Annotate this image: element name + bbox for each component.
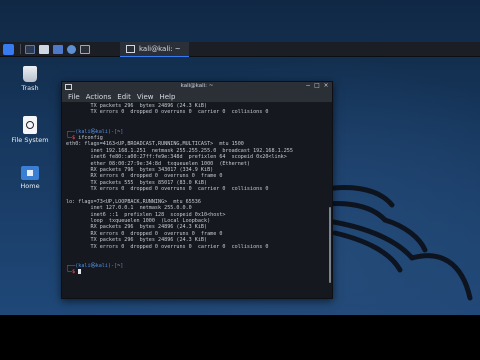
filesystem-icon — [23, 116, 37, 134]
desktop-icon-home[interactable]: Home — [10, 163, 50, 190]
maximize-button[interactable]: □ — [314, 83, 320, 89]
desktop-icon-label: File System — [11, 136, 49, 144]
command-text: ifconfig — [78, 134, 103, 141]
prompt-frame: ] — [120, 262, 124, 269]
prompt-frame: ┌──( — [66, 262, 79, 269]
command-line: └─$ — [66, 269, 324, 275]
window-title: kali@kali: ~ — [180, 83, 214, 89]
trash-icon — [23, 66, 37, 82]
output-line: inet6 fe80::a00:27ff:fe9e:348d prefixlen… — [66, 154, 287, 161]
file-manager-icon[interactable] — [39, 44, 49, 54]
terminal-icon — [65, 84, 72, 90]
letterbox-bar — [0, 315, 480, 360]
prompt-frame: ] — [120, 128, 124, 135]
menu-help[interactable]: Help — [159, 93, 175, 101]
terminal-menubar: File Actions Edit View Help — [62, 91, 332, 103]
prompt-user: kali — [78, 128, 91, 135]
terminal-window[interactable]: kali@kali: ~ − □ × File Actions Edit Vie… — [61, 81, 333, 299]
top-panel: kali@kali: ~ — [0, 41, 480, 57]
panel-separator — [20, 44, 21, 54]
minimize-button[interactable]: − — [305, 83, 311, 89]
close-button[interactable]: × — [323, 83, 329, 89]
terminal-titlebar[interactable]: kali@kali: ~ − □ × — [62, 82, 332, 91]
window-controls: − □ × — [302, 83, 329, 89]
home-folder-icon — [21, 166, 39, 180]
prompt-user: kali — [78, 262, 91, 269]
prompt-frame: )-[ — [107, 128, 118, 135]
taskbar-item-terminal[interactable]: kali@kali: ~ — [120, 41, 189, 57]
desktop-icon-filesystem[interactable]: File System — [10, 116, 50, 144]
workspace-switcher-icon[interactable] — [80, 44, 90, 54]
desktop: kali@kali: ~ Trash File System Home kali… — [0, 0, 480, 315]
menu-view[interactable]: View — [137, 93, 154, 101]
web-browser-icon[interactable] — [67, 44, 76, 54]
prompt-host: kali — [95, 262, 108, 269]
menu-actions[interactable]: Actions — [86, 93, 112, 101]
show-desktop-icon[interactable] — [25, 44, 35, 54]
kali-menu-icon[interactable] — [3, 43, 14, 55]
menu-edit[interactable]: Edit — [117, 93, 131, 101]
terminal-output[interactable]: TX packets 296 bytes 24896 (24.3 KiB) TX… — [62, 103, 332, 298]
prompt-frame: )-[ — [107, 262, 118, 269]
menu-file[interactable]: File — [68, 93, 80, 101]
terminal-launcher-icon[interactable] — [53, 44, 63, 54]
terminal-lines: TX packets 296 bytes 24896 (24.3 KiB) TX… — [66, 103, 324, 276]
prompt-frame: ┌──( — [66, 128, 79, 135]
terminal-icon — [126, 44, 135, 53]
text-cursor — [78, 269, 82, 275]
desktop-icon-label: Home — [20, 182, 40, 190]
terminal-scrollbar[interactable] — [329, 207, 331, 283]
taskbar-item-label: kali@kali: ~ — [139, 44, 181, 53]
prompt-host: kali — [95, 128, 108, 135]
desktop-icon-trash[interactable]: Trash — [10, 66, 50, 92]
desktop-icon-label: Trash — [21, 84, 39, 92]
